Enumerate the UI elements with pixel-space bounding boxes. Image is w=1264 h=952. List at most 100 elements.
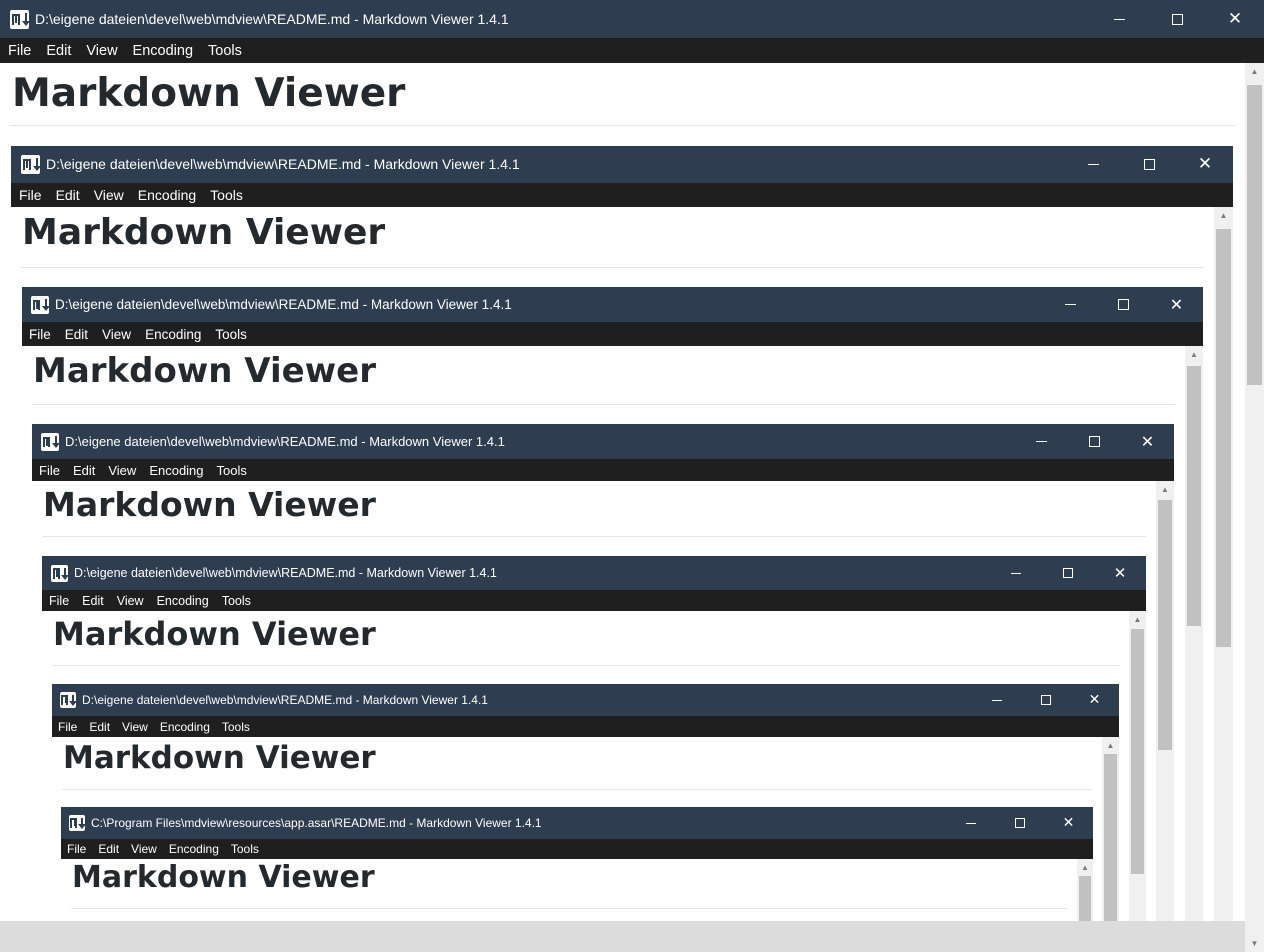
title-bar[interactable]: D:\eigene dateien\devel\web\mdview\READM… [32,424,1174,459]
menu-file[interactable]: File [67,842,86,856]
maximize-button[interactable] [1042,556,1094,590]
menu-bar: File Edit View Encoding Tools [42,590,1146,611]
document-view[interactable]: Markdown Viewer D:\eigene dateien\devel\w… [0,63,1245,952]
menu-encoding[interactable]: Encoding [145,327,201,342]
menu-view[interactable]: View [108,463,136,478]
menu-edit[interactable]: Edit [89,720,110,734]
menu-encoding[interactable]: Encoding [149,463,203,478]
menu-view[interactable]: View [102,327,131,342]
scrollbar-thumb[interactable] [1216,229,1231,647]
vertical-scrollbar[interactable]: ▲ [1102,737,1119,952]
menu-encoding[interactable]: Encoding [133,43,193,59]
menu-file[interactable]: File [8,43,31,59]
document-view[interactable]: Markdown Viewer D:\eigene dateien\devel\w… [11,207,1214,952]
vertical-scrollbar[interactable]: ▲ [1185,346,1203,952]
menu-file[interactable]: File [29,327,51,342]
scrollbar-thumb[interactable] [1187,366,1201,626]
menu-encoding[interactable]: Encoding [169,842,219,856]
markdown-arrow-glyph [69,694,78,707]
title-bar[interactable]: D:\eigene dateien\devel\web\mdview\READM… [22,287,1203,322]
maximize-button[interactable] [1121,146,1177,183]
scroll-up-arrow-icon[interactable]: ▲ [1185,350,1203,359]
scrollbar-thumb[interactable] [1158,500,1172,750]
menu-tools[interactable]: Tools [217,463,247,478]
menu-view[interactable]: View [86,43,117,59]
minimize-button[interactable] [1065,146,1121,183]
close-button[interactable]: ✕ [1121,424,1174,459]
menu-file[interactable]: File [49,594,69,608]
close-button[interactable]: ✕ [1070,684,1119,716]
menu-encoding[interactable]: Encoding [160,720,210,734]
scrollbar-thumb[interactable] [1247,85,1262,385]
menu-tools[interactable]: Tools [208,43,242,59]
scroll-up-arrow-icon[interactable]: ▲ [1156,485,1174,494]
menu-edit[interactable]: Edit [82,594,104,608]
minimize-button[interactable] [990,556,1042,590]
maximize-button[interactable] [995,807,1044,839]
scroll-up-arrow-icon[interactable]: ▲ [1102,741,1119,750]
scroll-down-arrow-icon[interactable]: ▼ [1245,939,1264,948]
markdown-arrow-glyph [78,817,87,830]
markdown-icon [21,155,41,174]
title-bar[interactable]: C:\Program Files\mdview\resources\app.as… [61,807,1093,839]
menu-view[interactable]: View [94,187,124,203]
menu-view[interactable]: View [131,842,157,856]
close-icon: ✕ [1113,563,1127,582]
title-bar[interactable]: D:\eigene dateien\devel\web\mdview\READM… [0,0,1264,38]
minimize-icon [1113,18,1125,20]
title-bar[interactable]: D:\eigene dateien\devel\web\mdview\READM… [52,684,1119,716]
scrollbar-thumb[interactable] [1131,629,1144,874]
nested-window-1: D:\eigene dateien\devel\web\mdview\READM… [11,146,1233,952]
menu-file[interactable]: File [58,720,77,734]
maximize-icon [1118,299,1129,310]
page-title: Markdown Viewer [63,740,376,776]
close-button[interactable]: ✕ [1150,287,1203,322]
document-view[interactable]: Markdown Viewer D:\eigene dateien\devel\w… [32,481,1156,952]
menu-edit[interactable]: Edit [73,463,95,478]
close-button[interactable]: ✕ [1206,0,1264,38]
scroll-up-arrow-icon[interactable]: ▲ [1245,67,1264,76]
page-title: Markdown Viewer [33,351,376,391]
minimize-button[interactable] [972,684,1021,716]
menu-view[interactable]: View [117,594,144,608]
scroll-up-arrow-icon[interactable]: ▲ [1129,615,1146,624]
menu-edit[interactable]: Edit [46,43,71,59]
vertical-scrollbar[interactable]: ▲ [1214,207,1233,952]
close-button[interactable]: ✕ [1044,807,1093,839]
menu-tools[interactable]: Tools [222,594,251,608]
document-view[interactable]: Markdown Viewer D:\eigene dateien\devel\w… [22,346,1185,952]
menu-tools[interactable]: Tools [222,720,250,734]
maximize-button[interactable] [1068,424,1121,459]
minimize-button[interactable] [1090,0,1148,38]
title-bar[interactable]: D:\eigene dateien\devel\web\mdview\READM… [42,556,1146,590]
menu-file[interactable]: File [39,463,60,478]
vertical-scrollbar[interactable]: ▲ [1156,481,1174,952]
menu-tools[interactable]: Tools [215,327,247,342]
maximize-button[interactable] [1097,287,1150,322]
scroll-up-arrow-icon[interactable]: ▲ [1214,211,1233,220]
document-view[interactable]: Markdown Viewer C:\Program Files\mdview\r… [52,737,1102,952]
horizontal-scrollbar[interactable] [0,921,1245,952]
minimize-button[interactable] [946,807,995,839]
menu-tools[interactable]: Tools [231,842,259,856]
menu-edit[interactable]: Edit [65,327,88,342]
menu-encoding[interactable]: Encoding [138,187,196,203]
maximize-button[interactable] [1148,0,1206,38]
menu-tools[interactable]: Tools [210,187,243,203]
menu-file[interactable]: File [19,187,42,203]
menu-encoding[interactable]: Encoding [157,594,209,608]
scroll-up-arrow-icon[interactable]: ▲ [1077,863,1093,872]
title-bar[interactable]: D:\eigene dateien\devel\web\mdview\READM… [11,146,1233,183]
vertical-scrollbar[interactable]: ▲ [1129,611,1146,952]
markdown-m-glyph [42,436,51,448]
close-button[interactable]: ✕ [1094,556,1146,590]
document-view[interactable]: Markdown Viewer D:\eigene dateien\devel\w… [42,611,1129,952]
close-button[interactable]: ✕ [1177,146,1233,183]
menu-edit[interactable]: Edit [98,842,119,856]
maximize-button[interactable] [1021,684,1070,716]
minimize-button[interactable] [1015,424,1068,459]
minimize-button[interactable] [1044,287,1097,322]
menu-view[interactable]: View [122,720,148,734]
menu-edit[interactable]: Edit [56,187,80,203]
vertical-scrollbar[interactable]: ▲ ▼ [1245,63,1264,952]
